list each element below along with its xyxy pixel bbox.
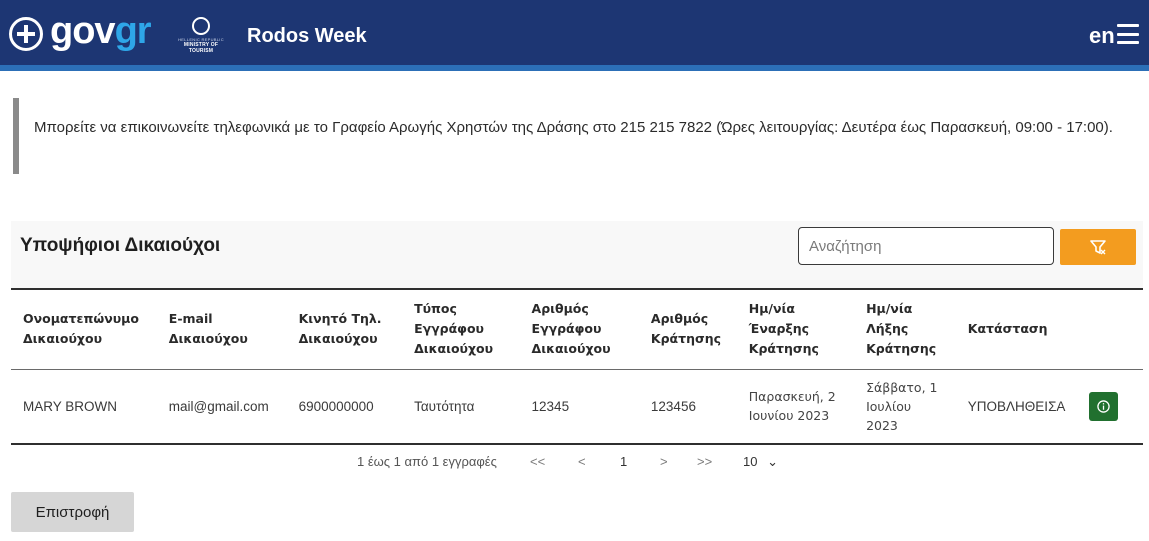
info-icon <box>1097 399 1111 413</box>
current-page[interactable]: 1 <box>620 454 627 469</box>
column-header[interactable]: Τύπος Εγγράφου Δικαιούχου <box>402 290 520 370</box>
chevron-down-icon: ⌄ <box>767 454 778 469</box>
table-row: MARY BROWN mail@gmail.com 6900000000 Ταυ… <box>11 369 1143 445</box>
cell-status: ΥΠΟΒΛΗΘΕΙΣΑ <box>955 369 1078 445</box>
pagination-summary: 1 έως 1 από 1 εγγραφές <box>357 454 497 469</box>
helpdesk-notice: Μπορείτε να επικοινωνείτε τηλεφωνικά με … <box>13 98 1133 174</box>
cell-start-date: Παρασκευή, 2 Ιουνίου 2023 <box>736 369 855 445</box>
ministry-of-tourism-logo: HELLENIC REPUBLIC MINISTRY OF TOURISM <box>171 17 231 54</box>
filter-button[interactable] <box>1060 229 1136 265</box>
last-page-button[interactable]: >> <box>697 454 712 469</box>
ministry-emblem-icon <box>192 17 210 35</box>
page-size-select[interactable]: 10 ⌄ <box>743 454 778 470</box>
column-header[interactable]: Αριθμός Κράτησης <box>638 290 737 370</box>
search-input[interactable] <box>798 227 1054 265</box>
prev-page-button[interactable]: < <box>578 454 586 469</box>
column-header[interactable]: Ονοματεπώνυμο Δικαιούχου <box>11 290 157 370</box>
next-page-button[interactable]: > <box>660 454 668 469</box>
table-header-row: Ονοματεπώνυμο Δικαιούχου E-mail Δικαιούχ… <box>11 290 1143 370</box>
cell-booking-number: 123456 <box>638 369 737 445</box>
cell-doc-type: Ταυτότητα <box>402 369 520 445</box>
cell-phone: 6900000000 <box>286 369 403 445</box>
column-header[interactable]: Κινητό Τηλ. Δικαιούχου <box>286 290 403 370</box>
pagination: 1 έως 1 από 1 εγγραφές << < 1 > >> 10 ⌄ <box>0 450 1149 474</box>
cell-doc-number: 12345 <box>519 369 639 445</box>
cell-end-date: Σάββατο, 1 Ιουλίου 2023 <box>854 369 956 445</box>
column-header-actions <box>1077 290 1143 370</box>
greek-crest-icon[interactable] <box>9 17 43 51</box>
app-title[interactable]: Rodos Week <box>247 23 367 49</box>
view-details-button[interactable] <box>1089 391 1119 421</box>
govgr-logo[interactable]: govgr <box>50 9 152 53</box>
column-header[interactable]: Ημ/νία Έναρξης Κράτησης <box>736 290 855 370</box>
top-header: govgr HELLENIC REPUBLIC MINISTRY OF TOUR… <box>0 0 1149 71</box>
back-button[interactable]: Επιστροφή <box>11 492 134 532</box>
column-header[interactable]: Ημ/νία Λήξης Κράτησης <box>854 290 956 370</box>
beneficiaries-panel-header: Υποψήφιοι Δικαιούχοι <box>11 221 1143 290</box>
column-header[interactable]: Κατάσταση <box>955 290 1078 370</box>
language-switch[interactable]: en <box>1089 22 1115 50</box>
page-title: Υποψήφιοι Δικαιούχοι <box>20 235 221 256</box>
filter-icon <box>1090 240 1106 255</box>
first-page-button[interactable]: << <box>530 454 545 469</box>
cell-name: MARY BROWN <box>11 369 157 445</box>
ministry-line2: MINISTRY OF TOURISM <box>183 42 219 54</box>
column-header[interactable]: Αριθμός Εγγράφου Δικαιούχου <box>519 290 639 370</box>
cell-actions <box>1077 369 1143 445</box>
column-header[interactable]: E-mail Δικαιούχου <box>156 290 287 370</box>
beneficiaries-table: Ονοματεπώνυμο Δικαιούχου E-mail Δικαιούχ… <box>11 290 1143 445</box>
cell-email: mail@gmail.com <box>156 369 287 445</box>
hamburger-menu-icon[interactable] <box>1117 24 1139 44</box>
